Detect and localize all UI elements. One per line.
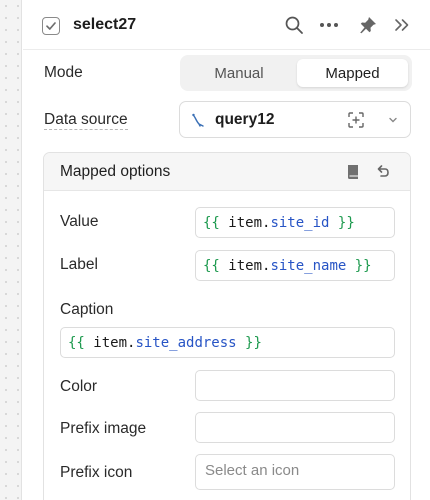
mode-option-manual[interactable]: Manual <box>184 59 294 87</box>
data-source-label-text: Data source <box>44 111 128 130</box>
caption-label: Caption <box>60 301 114 318</box>
data-source-label: Data source <box>44 111 128 130</box>
label-brace-close: }} <box>354 257 372 274</box>
pin-button[interactable] <box>356 13 380 37</box>
value-label: Value <box>60 213 99 230</box>
color-input[interactable] <box>195 370 395 401</box>
label-brace-open: {{ <box>203 257 220 274</box>
prefix-image-label: Prefix image <box>60 420 147 437</box>
search-icon <box>285 16 303 34</box>
caption-item-token: item <box>93 334 128 351</box>
component-type-icon <box>42 17 60 35</box>
prefix-image-input[interactable] <box>195 412 395 443</box>
double-chevron-right-icon <box>395 19 409 31</box>
prefix-icon-label: Prefix icon <box>60 464 133 481</box>
data-source-select[interactable]: query12 <box>179 101 411 138</box>
value-code-input[interactable]: {{ item. site_id }} <box>195 207 395 238</box>
caption-prop-token: site_address <box>135 334 237 351</box>
inspector-header: select27 <box>23 0 430 50</box>
label-prop-token: site_name <box>270 257 347 274</box>
value-brace-open: {{ <box>203 214 220 231</box>
more-icon <box>320 23 338 27</box>
focus-query-button[interactable] <box>347 111 365 129</box>
caption-brace-close: }} <box>245 334 262 351</box>
search-button[interactable] <box>282 13 306 37</box>
mode-option-mapped[interactable]: Mapped <box>297 59 408 87</box>
database-icon <box>190 112 206 128</box>
mode-segmented-control: Manual Mapped <box>180 55 412 91</box>
value-brace-close: }} <box>337 214 355 231</box>
chevron-down-icon <box>387 114 399 126</box>
mapped-options-title: Mapped options <box>60 163 171 180</box>
reset-button[interactable] <box>373 163 391 181</box>
inspector-panel: select27 Mode Manual Mapped Data source … <box>23 0 430 500</box>
color-label: Color <box>60 378 98 395</box>
data-source-value: query12 <box>215 111 275 128</box>
crosshair-icon <box>348 112 364 128</box>
canvas-gutter <box>0 0 22 500</box>
mode-label: Mode <box>44 64 83 81</box>
prefix-icon-select[interactable]: Select an icon <box>195 454 395 490</box>
value-item-token: item <box>228 214 263 231</box>
label-code-input[interactable]: {{ item. site_name }} <box>195 250 395 281</box>
label-label: Label <box>60 256 98 273</box>
more-options-button[interactable] <box>317 13 341 37</box>
mapped-options-section: Mapped options Value {{ item. site_id }} … <box>43 152 411 500</box>
pin-icon <box>360 17 376 34</box>
collapse-panel-button[interactable] <box>390 13 414 37</box>
caption-code-input[interactable]: {{ item. site_address }} <box>60 327 395 358</box>
docs-button[interactable] <box>344 163 362 181</box>
undo-icon <box>377 165 389 177</box>
book-icon <box>348 165 358 179</box>
value-prop-token: site_id <box>270 214 330 231</box>
caption-brace-open: {{ <box>68 334 85 351</box>
mapped-options-header: Mapped options <box>44 153 410 191</box>
component-name[interactable]: select27 <box>73 16 136 34</box>
label-item-token: item <box>228 257 263 274</box>
